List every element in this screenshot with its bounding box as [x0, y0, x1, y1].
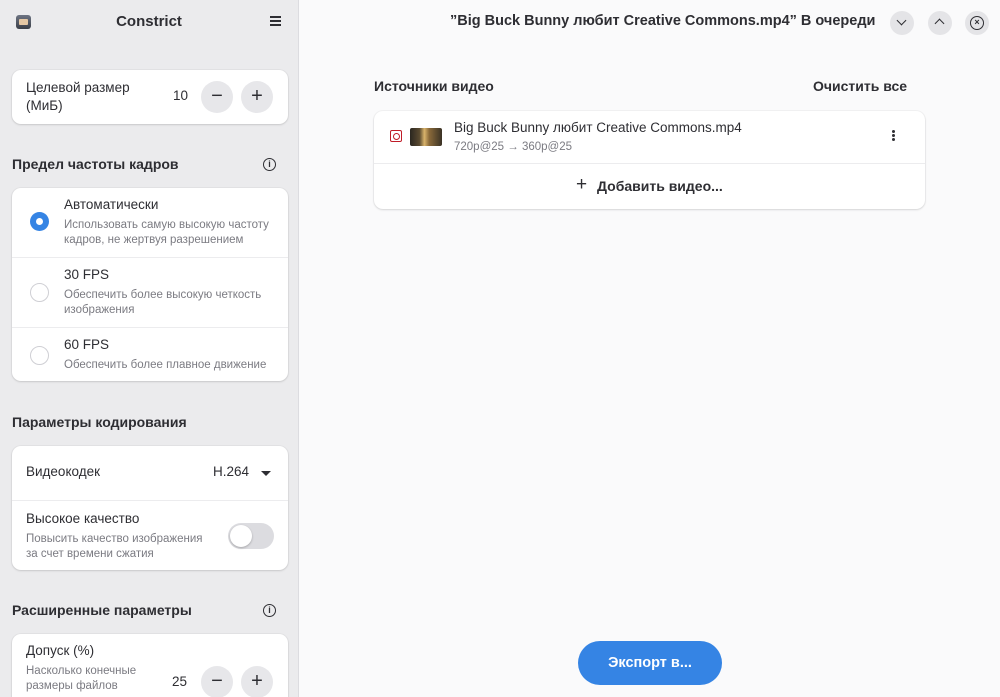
chevron-down-icon[interactable] — [261, 471, 271, 476]
minimize-button[interactable] — [890, 11, 914, 35]
video-codec-label: Видеокодек — [26, 464, 100, 479]
framerate-card: Автоматически Использовать самую высокую… — [12, 188, 288, 381]
tolerance-value[interactable]: 25 — [172, 674, 187, 689]
advanced-section-title: Расширенные параметры — [12, 602, 192, 618]
sidebar: Constrict Целевой размер (МиБ) 10 − + Пр… — [0, 0, 299, 697]
target-size-card: Целевой размер (МиБ) 10 − + — [12, 70, 288, 124]
video-resolution-detail: 720p@25 → 360p@25 — [454, 141, 572, 153]
window-title: ”Big Buck Bunny любит Creative Commons.m… — [450, 13, 876, 29]
target-size-value[interactable]: 10 — [173, 88, 188, 103]
app-title: Constrict — [116, 13, 182, 30]
chevron-up-icon — [934, 18, 945, 29]
tolerance-description: Насколько конечные размеры файлов — [26, 665, 137, 692]
tolerance-label: Допуск (%) — [26, 643, 95, 658]
video-codec-row[interactable]: Видеокодек H.264 — [12, 446, 288, 501]
framerate-30-label: 30 FPS — [64, 267, 110, 282]
high-quality-description: Повысить качество изображения за счет вр… — [26, 533, 203, 560]
framerate-option-60[interactable]: 60 FPS Обеспечить более плавное движение — [12, 328, 288, 381]
framerate-30-radio[interactable] — [30, 283, 49, 302]
high-quality-toggle[interactable] — [228, 523, 274, 549]
tolerance-card: Допуск (%) Насколько конечные размеры фа… — [12, 634, 288, 697]
framerate-60-radio[interactable] — [30, 346, 49, 365]
framerate-auto-radio[interactable] — [30, 212, 49, 231]
sidebar-header: Constrict — [0, 0, 298, 44]
framerate-option-30[interactable]: 30 FPS Обеспечить более высокую четкость… — [12, 258, 288, 328]
video-sources-heading: Источники видео — [374, 78, 494, 94]
cancel-icon — [390, 130, 402, 142]
encoding-card: Видеокодек H.264 Высокое качество Повыси… — [12, 446, 288, 570]
framerate-60-description: Обеспечить более плавное движение — [64, 359, 267, 371]
target-size-decrease-button[interactable]: − — [201, 81, 233, 113]
framerate-section-title: Предел частоты кадров — [12, 156, 179, 172]
main-content: ”Big Buck Bunny любит Creative Commons.m… — [300, 0, 1000, 697]
framerate-option-auto[interactable]: Автоматически Использовать самую высокую… — [12, 188, 288, 258]
hamburger-menu-icon[interactable] — [266, 13, 284, 31]
video-list-card: Big Buck Bunny любит Creative Commons.mp… — [374, 111, 925, 209]
tolerance-decrease-button[interactable]: − — [201, 666, 233, 697]
framerate-60-label: 60 FPS — [64, 337, 110, 352]
add-video-button[interactable]: + Добавить видео... — [374, 164, 925, 209]
tolerance-increase-button[interactable]: + — [241, 666, 273, 697]
plus-icon: + — [576, 174, 588, 195]
chevron-down-icon — [896, 15, 907, 26]
close-button[interactable]: × — [965, 11, 989, 35]
export-button[interactable]: Экспорт в... — [578, 641, 722, 685]
framerate-auto-description: Использовать самую высокую частоту кадро… — [64, 219, 269, 246]
high-quality-label: Высокое качество — [26, 511, 140, 526]
framerate-info-icon[interactable]: i — [263, 158, 276, 171]
target-size-increase-button[interactable]: + — [241, 81, 273, 113]
framerate-30-description: Обеспечить более высокую четкость изобра… — [64, 289, 262, 316]
clear-all-button[interactable]: Очистить все — [813, 78, 907, 94]
video-codec-value[interactable]: H.264 — [213, 464, 249, 479]
close-icon: × — [970, 16, 984, 30]
encoding-section-title: Параметры кодирования — [12, 414, 187, 430]
add-video-label: Добавить видео... — [597, 178, 723, 194]
advanced-info-icon[interactable]: i — [263, 604, 276, 617]
framerate-auto-label: Автоматически — [64, 197, 159, 212]
video-list-item[interactable]: Big Buck Bunny любит Creative Commons.mp… — [374, 111, 925, 164]
maximize-button[interactable] — [928, 11, 952, 35]
video-filename: Big Buck Bunny любит Creative Commons.mp… — [454, 120, 742, 135]
high-quality-row: Высокое качество Повысить качество изобр… — [12, 501, 288, 570]
target-size-label: Целевой размер (МиБ) — [26, 80, 130, 113]
more-options-icon[interactable] — [885, 129, 901, 145]
video-thumbnail — [410, 128, 442, 146]
